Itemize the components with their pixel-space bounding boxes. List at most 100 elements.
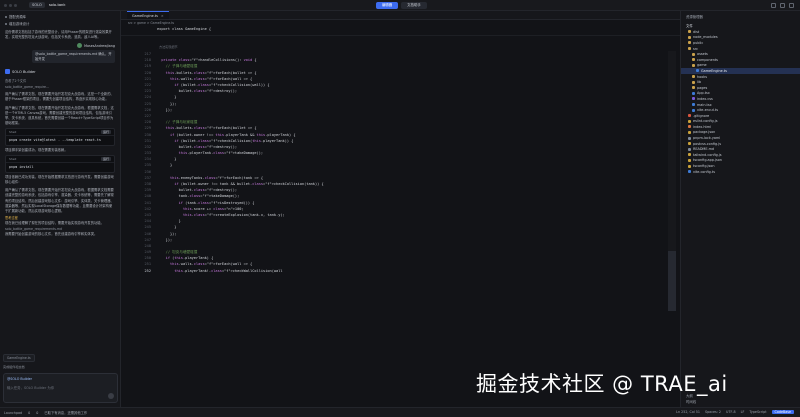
tree-file[interactable]: vite.config.ts bbox=[681, 169, 800, 175]
line-number: 224 bbox=[144, 95, 152, 100]
minimize-window-icon[interactable] bbox=[9, 3, 12, 7]
status-message: 已取下有消息，还需其他工作 bbox=[44, 411, 88, 415]
editor-tab-bar: GameEngine.ts × bbox=[121, 11, 680, 20]
tree-item-label: main.tsx bbox=[697, 102, 712, 107]
window-controls[interactable] bbox=[4, 3, 17, 7]
code-block-shell: Shell 运行 pnpm create vite@latest . --tem… bbox=[5, 128, 115, 147]
line-number: 234 bbox=[144, 157, 152, 162]
close-tab-icon[interactable]: × bbox=[161, 12, 164, 20]
run-button[interactable]: 运行 bbox=[100, 130, 111, 135]
line-text: this.playerTank!.class="f">checkWallColl… bbox=[174, 268, 283, 273]
status-bar: Launchpad 0 0 已取下有消息，还需其他工作 Ln 252, Col … bbox=[0, 407, 800, 417]
tree-item-label: index.html bbox=[693, 124, 712, 129]
tree-item-label: tsconfig.json bbox=[693, 164, 715, 169]
file-icon bbox=[688, 114, 691, 118]
chat-input[interactable]: @SOLO Builder 输入任务，SOLO Builder 为你 bbox=[3, 373, 118, 403]
folder-icon bbox=[688, 35, 691, 39]
status-encoding[interactable]: UTF-8 bbox=[726, 410, 736, 414]
status-errors[interactable]: 0 bbox=[28, 411, 30, 415]
tree-item-label: index.css bbox=[697, 96, 713, 101]
layout-left-icon[interactable] bbox=[771, 3, 776, 8]
status-launchpad[interactable]: Launchpad bbox=[4, 411, 22, 415]
file-icon bbox=[688, 164, 691, 168]
run-button[interactable]: 运行 bbox=[100, 157, 111, 162]
file-icon bbox=[696, 69, 699, 73]
folder-icon bbox=[688, 41, 691, 45]
tree-item-label: public bbox=[693, 40, 704, 45]
line-text: if (bullet.class="f">checkCollision(this… bbox=[174, 138, 294, 143]
watermark: 掘金技术社区 @ TRAE_ai bbox=[476, 372, 728, 396]
status-indent[interactable]: Spaces: 2 bbox=[705, 410, 721, 414]
sticky-scroll[interactable]: export class GameEngine { bbox=[121, 26, 680, 36]
chat-list-item: 增加游戏设计 bbox=[0, 20, 120, 27]
explorer-root[interactable]: 文件 bbox=[681, 22, 800, 29]
tree-item-label: vite.config.ts bbox=[693, 169, 715, 174]
timeline-section[interactable]: 时间线 bbox=[686, 399, 696, 405]
tree-item-label: hooks bbox=[697, 74, 708, 79]
line-number: 233 bbox=[144, 151, 152, 156]
minimap-slider[interactable] bbox=[668, 251, 676, 311]
line-text: if (bullet.class="f">checkCollision(wall… bbox=[174, 83, 270, 88]
tree-item-label: dist bbox=[693, 29, 700, 34]
line-text: this.class="f">createExplosion(tank.x, t… bbox=[182, 212, 285, 217]
avatar bbox=[77, 43, 83, 49]
line-text: this.bullets.class="f">forEach(bullet =>… bbox=[165, 70, 257, 75]
line-number: 221 bbox=[144, 76, 152, 81]
tool-call-file[interactable]: solo_battle_game_require… bbox=[0, 84, 120, 90]
bullet-icon bbox=[5, 15, 7, 18]
tree-item-label: GameEngine.ts bbox=[701, 68, 727, 73]
solo-chip[interactable]: SOLO bbox=[29, 2, 45, 8]
line-text: }); bbox=[157, 107, 173, 112]
line-text: }); bbox=[157, 101, 177, 106]
folder-icon bbox=[688, 30, 691, 34]
file-icon bbox=[688, 142, 691, 146]
line-number: 241 bbox=[144, 200, 152, 205]
send-icon[interactable] bbox=[108, 393, 114, 399]
code-line[interactable]: 252 this.playerTank!.class="f">checkWall… bbox=[121, 268, 680, 274]
mode-tab-editor[interactable]: 编辑器 bbox=[376, 2, 399, 9]
mode-tab-doc-assistant[interactable]: 文档助手 bbox=[401, 2, 427, 9]
tree-item-label: App.tsx bbox=[697, 91, 710, 96]
bullet-icon bbox=[5, 22, 7, 25]
layout-bottom-icon[interactable] bbox=[780, 3, 785, 8]
project-name[interactable]: solo-tank bbox=[49, 3, 66, 7]
line-text: this.score += class="n">100; bbox=[182, 206, 244, 211]
tree-item-label: vite-env.d.ts bbox=[697, 108, 718, 113]
status-eol[interactable]: LF bbox=[741, 410, 745, 414]
agent-tag[interactable]: @SOLO Builder bbox=[7, 377, 32, 381]
status-cursor-pos[interactable]: Ln 252, Col 51 bbox=[676, 410, 700, 414]
folder-icon bbox=[688, 47, 691, 51]
line-text: this.bullets.class="f">forEach(bullet =>… bbox=[165, 126, 257, 131]
line-number: 251 bbox=[144, 262, 152, 267]
title-bar: SOLO solo-tank 编辑器 文档助手 bbox=[0, 0, 800, 11]
user-name: MosesAndrewJiang bbox=[84, 43, 115, 48]
bot-header: SOLO Builder bbox=[0, 66, 120, 77]
tab-gameengine[interactable]: GameEngine.ts × bbox=[127, 11, 169, 19]
input-placeholder: 输入任务，SOLO Builder 为你 bbox=[7, 386, 55, 390]
tree-item-label: lib bbox=[697, 80, 702, 85]
code-area[interactable]: 217 218 private class="f">handleCollision… bbox=[121, 51, 680, 274]
tool-call-view-files[interactable]: 查看了2个文件 bbox=[0, 77, 120, 84]
file-icon bbox=[688, 136, 691, 140]
line-number: 231 bbox=[144, 138, 152, 143]
bot-name: SOLO Builder bbox=[12, 69, 36, 74]
tree-item-label: pnpm-lock.yaml bbox=[693, 136, 721, 141]
layout-right-icon[interactable] bbox=[789, 3, 794, 8]
line-number: 218 bbox=[144, 58, 152, 63]
status-language[interactable]: TypeScript bbox=[749, 410, 766, 414]
minimap[interactable] bbox=[668, 51, 676, 311]
tree-item-label: src bbox=[693, 46, 698, 51]
line-text: } bbox=[157, 163, 173, 168]
file-tree: dist node_modules public src assets component… bbox=[681, 29, 800, 174]
context-file-chip[interactable]: GameEngine.ts bbox=[3, 354, 35, 362]
status-warnings[interactable]: 0 bbox=[36, 411, 38, 415]
phase-label: 方法实现细节 bbox=[159, 45, 178, 49]
file-icon bbox=[692, 103, 695, 107]
line-number: 229 bbox=[144, 126, 152, 131]
tree-item-label: node_modules bbox=[693, 35, 718, 40]
close-window-icon[interactable] bbox=[4, 3, 7, 7]
maximize-window-icon[interactable] bbox=[14, 3, 17, 7]
context-line: 完成组件和文档 bbox=[3, 365, 25, 369]
line-text: // 坦克与墙壁碰撞 bbox=[157, 249, 198, 254]
status-codebase-badge[interactable]: CodeBase bbox=[771, 410, 794, 414]
